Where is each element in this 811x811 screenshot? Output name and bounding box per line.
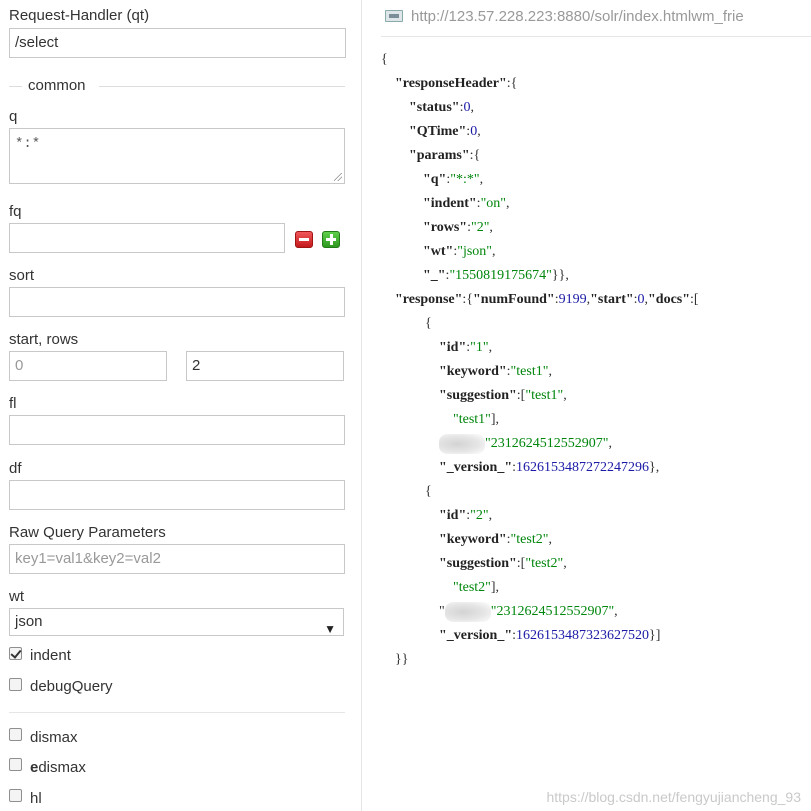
fl-input[interactable] — [9, 415, 345, 445]
q-label: q — [9, 108, 18, 125]
json-line: "2312624512552907", — [439, 432, 612, 456]
wt-select[interactable]: json ▼ — [9, 608, 344, 636]
hl-checkbox[interactable] — [9, 789, 22, 802]
json-line: "test1"], — [453, 412, 500, 427]
fq-label: fq — [9, 203, 22, 220]
hl-label: hl — [30, 790, 42, 807]
json-line: "q":"*:*", — [423, 172, 484, 187]
df-input[interactable] — [9, 480, 345, 510]
request-handler-input[interactable]: /select — [9, 28, 346, 58]
indent-checkbox[interactable] — [9, 647, 22, 660]
json-line: "params":{ — [409, 148, 481, 163]
json-line: "suggestion":["test2", — [439, 556, 567, 571]
response-pane: http://123.57.228.223:8880/solr/index.ht… — [363, 0, 811, 811]
json-line: "_version_":1626153487323627520}] — [439, 628, 661, 643]
json-line: "_version_":1626153487272247296}, — [439, 460, 660, 475]
json-line: "id":"1", — [439, 340, 493, 355]
raw-params-input[interactable]: key1=val1&key2=val2 — [9, 544, 345, 574]
json-line: "suggestion":["test1", — [439, 388, 567, 403]
json-line: "id":"2", — [439, 508, 493, 523]
edismax-checkbox[interactable] — [9, 758, 22, 771]
debug-query-checkbox[interactable] — [9, 678, 22, 691]
fq-add-icon[interactable] — [322, 231, 340, 248]
indent-label: indent — [30, 647, 71, 664]
url-page-icon — [385, 10, 403, 22]
json-line: "wt":"json", — [423, 244, 496, 259]
wt-selected-value: json — [15, 613, 43, 630]
json-line: "test2"], — [453, 580, 500, 595]
watermark: https://blog.csdn.net/fengyujiancheng_93 — [546, 789, 801, 805]
rows-input[interactable]: 2 — [186, 351, 344, 381]
edismax-label: edismax — [30, 759, 86, 776]
json-line: "keyword":"test2", — [439, 532, 552, 547]
response-url: http://123.57.228.223:8880/solr/index.ht… — [411, 8, 744, 25]
json-line: " "2312624512552907", — [439, 600, 618, 624]
q-value: *:* — [15, 136, 41, 152]
dismax-label: dismax — [30, 729, 78, 746]
json-line: "keyword":"test1", — [439, 364, 552, 379]
json-line: "rows":"2", — [423, 220, 493, 235]
divider — [9, 712, 345, 713]
resize-grip-icon[interactable] — [334, 173, 342, 181]
json-line: "status":0, — [409, 100, 474, 115]
json-line: { — [425, 484, 432, 499]
common-legend: common — [28, 77, 86, 94]
edismax-label-rest: dismax — [38, 759, 86, 776]
fq-remove-icon[interactable] — [295, 231, 313, 248]
json-line: }} — [395, 652, 409, 667]
json-line: "_":"1550819175674"}}, — [423, 268, 569, 283]
df-label: df — [9, 460, 22, 477]
response-url-link[interactable]: http://123.57.228.223:8880/solr/index.ht… — [381, 5, 811, 29]
blurred-key — [444, 601, 491, 622]
q-textarea[interactable]: *:* — [9, 128, 345, 184]
common-legend-rule-right — [99, 86, 345, 87]
fq-input[interactable] — [9, 223, 285, 253]
dismax-checkbox[interactable] — [9, 728, 22, 741]
fl-label: fl — [9, 395, 17, 412]
start-input[interactable]: 0 — [9, 351, 167, 381]
json-line: { — [381, 52, 388, 67]
dropdown-caret-icon: ▼ — [324, 622, 336, 636]
json-line: "indent":"on", — [423, 196, 510, 211]
request-handler-label: Request-Handler (qt) — [9, 7, 150, 24]
raw-params-placeholder: key1=val1&key2=val2 — [15, 550, 161, 567]
query-form: Request-Handler (qt) /select common q *:… — [0, 0, 362, 811]
blurred-key — [439, 433, 485, 454]
json-line: { — [425, 316, 432, 331]
start-placeholder: 0 — [15, 357, 24, 374]
debug-query-label: debugQuery — [30, 678, 113, 695]
raw-params-label: Raw Query Parameters — [9, 524, 166, 541]
common-legend-rule-left — [9, 86, 22, 87]
wt-label: wt — [9, 588, 24, 605]
json-line: "response":{"numFound":9199,"start":0,"d… — [395, 292, 699, 307]
url-divider — [381, 36, 811, 37]
sort-input[interactable] — [9, 287, 345, 317]
json-line: "responseHeader":{ — [395, 76, 518, 91]
sort-label: sort — [9, 267, 35, 284]
json-line: "QTime":0, — [409, 124, 481, 139]
start-rows-label: start, rows — [9, 331, 79, 348]
